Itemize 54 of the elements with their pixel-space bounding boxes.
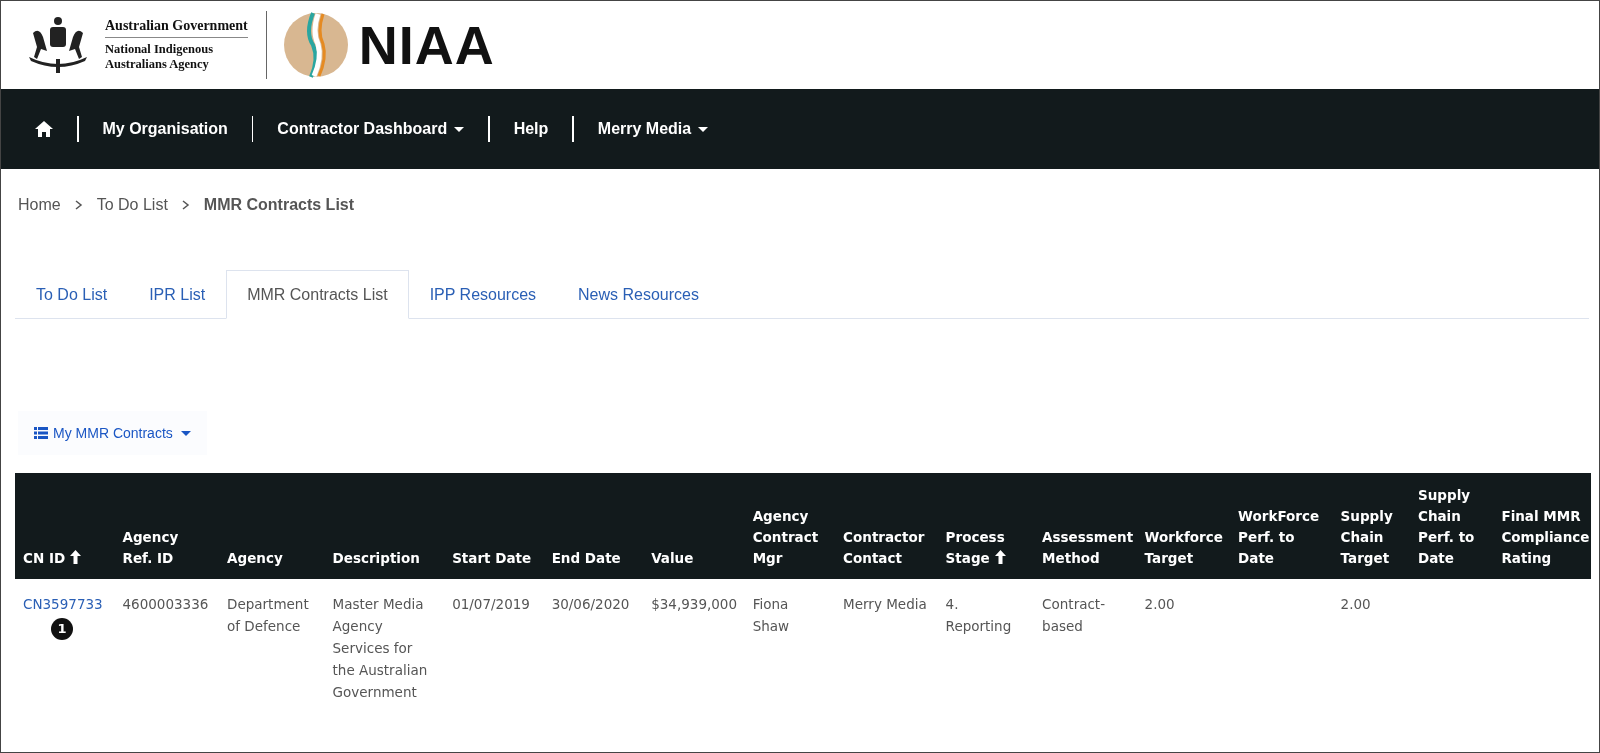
column-header[interactable]: Value — [643, 473, 745, 579]
breadcrumb-link[interactable]: To Do List — [96, 196, 168, 214]
table-cell: 2.00 — [1340, 596, 1371, 612]
tab[interactable]: IPR List — [128, 270, 227, 319]
agency-name-line: National Indigenous — [105, 42, 215, 57]
column-header[interactable]: Assessment Method — [1034, 473, 1137, 579]
tab[interactable]: IPP Resources — [408, 270, 558, 319]
breadcrumb-link[interactable]: Home — [18, 196, 61, 214]
nav-link[interactable]: Contractor Dashboard — [277, 120, 465, 138]
table-cell: 30/06/2020 — [551, 596, 630, 612]
table-cell: Merry Media — [843, 596, 927, 612]
caret-icon — [698, 126, 709, 132]
table-cell: 2.00 — [1144, 596, 1175, 612]
table-cell: $34,939,000 — [651, 596, 738, 612]
column-header[interactable]: End Date — [543, 473, 644, 579]
column-header[interactable]: Process Stage — [937, 473, 1035, 579]
column-header[interactable]: Agency Ref. ID — [114, 473, 219, 579]
breadcrumb-separator-icon — [181, 200, 190, 210]
breadcrumb-current: MMR Contracts List — [203, 196, 355, 214]
nav-link[interactable]: Merry Media — [597, 120, 709, 138]
column-header[interactable]: Workforce Target — [1136, 473, 1231, 579]
column-header[interactable]: Description — [324, 473, 445, 579]
column-header[interactable]: CN ID — [15, 473, 115, 579]
breadcrumb-separator-icon — [74, 200, 83, 210]
tab[interactable]: To Do List — [15, 270, 129, 319]
view-dropdown-button[interactable]: My MMR Contracts — [18, 411, 207, 455]
government-name: Australian Government — [105, 18, 248, 34]
table-cell: Master Media Agency Services for the Australian Government — [332, 596, 428, 700]
column-header[interactable]: Agency — [219, 473, 325, 579]
callout-marker: 1 — [51, 618, 73, 640]
agency-name-line: Australians Agency — [105, 57, 210, 72]
nav-link[interactable]: Help — [513, 120, 549, 138]
logo-text: NIAA — [358, 14, 495, 76]
table-cell: Department of Defence — [227, 596, 309, 634]
nav-link[interactable]: My Organisation — [102, 120, 228, 138]
column-header[interactable]: WorkForce Perf. to Date — [1230, 473, 1333, 579]
table-cell: 4. Reporting — [945, 596, 1012, 634]
column-header[interactable]: Supply Chain Perf. to Date — [1410, 473, 1494, 579]
circle-logo-icon — [282, 12, 349, 78]
table-cell: Fiona Shaw — [752, 596, 790, 634]
column-header[interactable]: Contractor Contact — [835, 473, 938, 579]
list-icon — [34, 427, 48, 439]
column-header[interactable]: Supply Chain Target — [1332, 473, 1410, 579]
tab[interactable]: MMR Contracts List — [226, 270, 409, 319]
caret-icon — [454, 126, 465, 132]
home-icon[interactable] — [35, 121, 53, 137]
table-cell: 01/07/2019 — [452, 596, 530, 612]
tab[interactable]: News Resources — [557, 270, 720, 319]
table-cell: Contract-based — [1042, 596, 1106, 634]
column-header[interactable]: Final MMR Compliance Rating — [1493, 473, 1591, 579]
contract-id-link[interactable]: CN3597733 — [23, 593, 107, 615]
column-header[interactable]: Start Date — [444, 473, 544, 579]
table-cell: 4600003336 — [122, 596, 209, 612]
column-header[interactable]: Agency Contract Mgr — [744, 473, 836, 579]
